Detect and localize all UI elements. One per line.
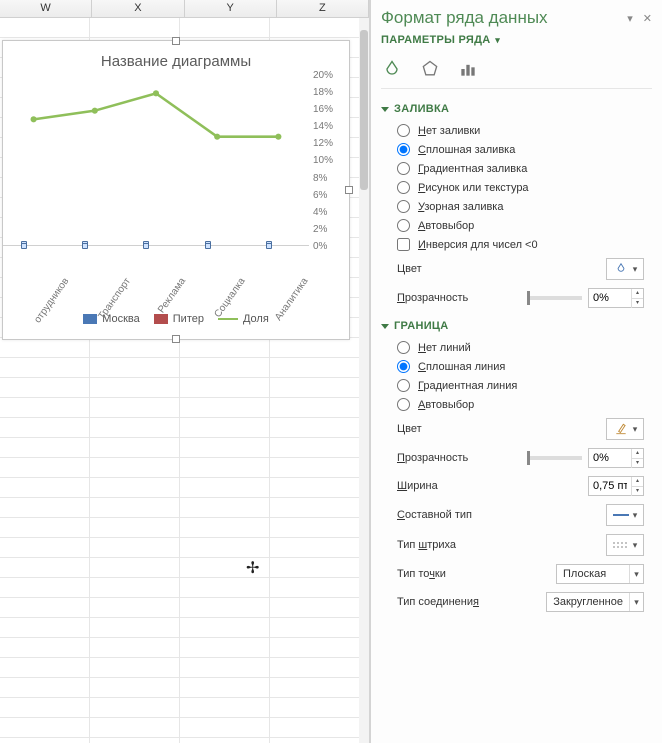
embedded-chart[interactable]: Название диаграммы 20%18%16%14%12% 10%8%… xyxy=(2,40,350,340)
cap-type-label: Тип точки xyxy=(397,568,446,580)
border-transparency-label: Прозрачность xyxy=(397,452,468,464)
border-auto-option[interactable]: Автовыбор xyxy=(381,395,644,414)
col-header[interactable]: Z xyxy=(277,0,369,17)
col-header[interactable]: W xyxy=(0,0,92,17)
fill-color-row: Цвет ▾ xyxy=(381,254,644,284)
scroll-thumb[interactable] xyxy=(360,30,368,190)
border-transparency-slider[interactable] xyxy=(528,456,582,460)
col-header[interactable]: Y xyxy=(185,0,277,17)
legend-label: Доля xyxy=(243,313,269,325)
fill-transparency-slider[interactable] xyxy=(528,296,582,300)
border-color-label: Цвет xyxy=(397,423,422,435)
legend-item[interactable]: Москва xyxy=(83,313,140,325)
fill-transparency-label: Прозрачность xyxy=(397,292,468,304)
worksheet-area: W X Y Z Название диаграммы 20%18%16%14%1… xyxy=(0,0,370,743)
resize-handle[interactable] xyxy=(172,37,180,45)
format-pane: Формат ряда данных ▾ ✕ ПАРАМЕТРЫ РЯДА ▾ … xyxy=(370,0,662,743)
cap-type-dropdown[interactable]: Плоская▾ xyxy=(556,564,644,584)
x-axis-labels: отрудниковТранспортРекламаСоциалкаАналит… xyxy=(3,246,309,287)
border-none-option[interactable]: Нет линий xyxy=(381,338,644,357)
fill-solid-option[interactable]: Сплошная заливка xyxy=(381,140,644,159)
border-section-header[interactable]: ГРАНИЦА xyxy=(381,320,644,332)
fill-transparency-row: Прозрачность ▴▾ xyxy=(381,284,644,312)
border-solid-option[interactable]: Сплошная линия xyxy=(381,357,644,376)
border-width-spinner[interactable]: ▴▾ xyxy=(588,476,644,496)
plot-area[interactable]: 20%18%16%14%12% 10%8%6%4%2%0% xyxy=(3,76,309,246)
effects-tab-icon[interactable] xyxy=(419,58,441,80)
fill-color-label: Цвет xyxy=(397,263,422,275)
fill-gradient-option[interactable]: Градиентная заливка xyxy=(381,159,644,178)
pane-scroll[interactable]: ЗАЛИВКА Нет заливки Сплошная заливка Гра… xyxy=(381,95,652,743)
cap-type-row: Тип точки Плоская▾ xyxy=(381,560,644,588)
col-header[interactable]: X xyxy=(92,0,184,17)
dash-type-row: Тип штриха ▾ xyxy=(381,530,644,560)
resize-handle[interactable] xyxy=(172,335,180,343)
cell-cursor-icon: ✢ xyxy=(246,558,259,578)
fill-none-option[interactable]: Нет заливки xyxy=(381,121,644,140)
fill-invert-checkbox[interactable]: Инверсия для чисел <0 xyxy=(381,235,644,254)
compound-type-row: Составной тип ▾ xyxy=(381,500,644,530)
border-gradient-option[interactable]: Градиентная линия xyxy=(381,376,644,395)
pane-menu-icon[interactable]: ▾ xyxy=(627,12,633,25)
pane-header: Формат ряда данных ▾ ✕ xyxy=(381,8,652,28)
legend-item[interactable]: Доля xyxy=(218,313,269,325)
cells-grid[interactable]: Название диаграммы 20%18%16%14%12% 10%8%… xyxy=(0,18,359,743)
fill-picture-option[interactable]: Рисунок или текстура xyxy=(381,178,644,197)
legend-item[interactable]: Питер xyxy=(154,313,204,325)
join-type-label: Тип соединения xyxy=(397,596,479,608)
border-transparency-spinner[interactable]: ▴▾ xyxy=(588,448,644,468)
border-color-row: Цвет ▾ xyxy=(381,414,644,444)
column-headers: W X Y Z xyxy=(0,0,369,18)
fill-line-tab-icon[interactable] xyxy=(381,58,403,80)
dash-type-dropdown[interactable]: ▾ xyxy=(606,534,644,556)
close-icon[interactable]: ✕ xyxy=(643,12,652,25)
series-options-tab-icon[interactable] xyxy=(457,58,479,80)
border-width-row: Ширина ▴▾ xyxy=(381,472,644,500)
dash-type-label: Тип штриха xyxy=(397,539,456,551)
pane-category-icons xyxy=(381,56,652,89)
fill-section-header[interactable]: ЗАЛИВКА xyxy=(381,103,644,115)
compound-type-dropdown[interactable]: ▾ xyxy=(606,504,644,526)
join-type-dropdown[interactable]: Закругленное▾ xyxy=(546,592,644,612)
fill-transparency-spinner[interactable]: ▴▾ xyxy=(588,288,644,308)
border-width-label: Ширина xyxy=(397,480,438,492)
legend-swatch-icon xyxy=(83,314,97,324)
fill-auto-option[interactable]: Автовыбор xyxy=(381,216,644,235)
fill-pattern-option[interactable]: Узорная заливка xyxy=(381,197,644,216)
join-type-row: Тип соединения Закругленное▾ xyxy=(381,588,644,616)
border-color-button[interactable]: ▾ xyxy=(606,418,644,440)
compound-type-label: Составной тип xyxy=(397,509,472,521)
border-transparency-row: Прозрачность ▴▾ xyxy=(381,444,644,472)
y-axis-labels: 20%18%16%14%12% 10%8%6%4%2%0% xyxy=(313,70,347,252)
legend-label: Питер xyxy=(173,313,204,325)
legend-swatch-icon xyxy=(154,314,168,324)
pane-title: Формат ряда данных xyxy=(381,8,548,28)
chart-title[interactable]: Название диаграммы xyxy=(3,41,349,76)
vertical-scrollbar[interactable] xyxy=(359,18,369,743)
series-options-dropdown[interactable]: ПАРАМЕТРЫ РЯДА ▾ xyxy=(381,34,652,46)
fill-color-button[interactable]: ▾ xyxy=(606,258,644,280)
